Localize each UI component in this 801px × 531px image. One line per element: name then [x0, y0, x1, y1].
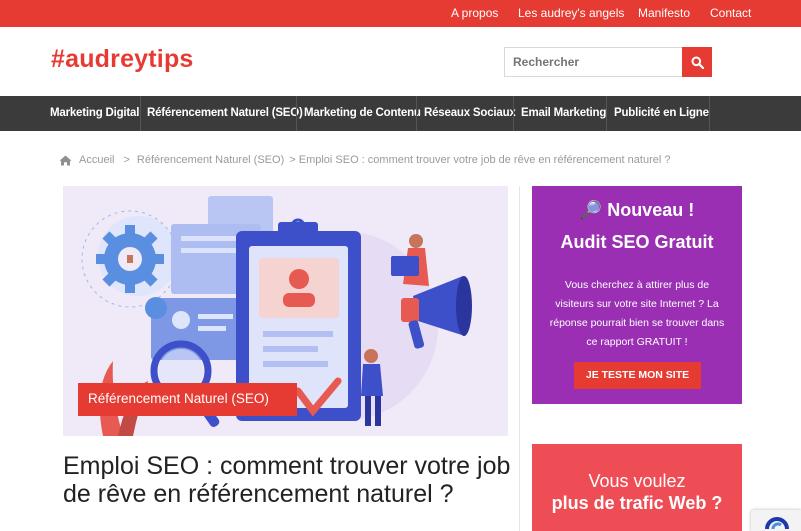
topbar-link-angels[interactable]: Les audrey's angels	[518, 6, 624, 20]
test-site-button[interactable]: JE TESTE MON SITE	[574, 362, 701, 389]
promo2-line2: plus de trafic Web ?	[551, 493, 723, 513]
category-tag[interactable]: Référencement Naturel (SEO)	[78, 383, 297, 416]
topbar-link-manifesto[interactable]: Manifesto	[638, 6, 690, 20]
nav-item-reseaux-sociaux[interactable]: Réseaux Sociaux	[424, 107, 516, 119]
recaptcha-icon	[765, 517, 789, 530]
topbar-link-contact[interactable]: Contact	[710, 6, 751, 20]
nav-item-marketing-digital[interactable]: Marketing Digital	[50, 107, 139, 119]
search-button[interactable]	[682, 47, 712, 77]
breadcrumb-separator: >	[123, 154, 130, 166]
breadcrumb-current: > Emploi SEO : comment trouver votre job…	[289, 154, 671, 166]
nav-divider	[709, 96, 710, 131]
promo-text: Vous cherchez à attirer plus de visiteur…	[549, 279, 725, 348]
nav-divider	[416, 96, 417, 131]
nav-item-publicite[interactable]: Publicité en Ligne	[614, 107, 709, 119]
nav-divider	[296, 96, 297, 131]
promo-subtitle: Audit SEO Gratuit	[560, 232, 714, 252]
nav-item-marketing-contenu[interactable]: Marketing de Contenu	[304, 107, 421, 119]
promo2-line1: Vous voulez	[588, 471, 686, 491]
site-logo[interactable]: #audreytips	[51, 45, 194, 74]
search-icon	[691, 56, 704, 69]
article-title: Emploi SEO : comment trouver votre job d…	[63, 452, 511, 508]
nav-divider	[140, 96, 141, 131]
breadcrumb: Accueil > Référencement Naturel (SEO) > …	[59, 154, 674, 166]
topbar-link-apropos[interactable]: A propos	[451, 6, 498, 20]
search-input[interactable]	[504, 47, 682, 77]
audit-promo-box: 🔎 Nouveau ! Audit SEO Gratuit Vous cherc…	[532, 186, 742, 404]
breadcrumb-home[interactable]: Accueil	[79, 154, 114, 166]
content-divider	[519, 186, 520, 531]
traffic-promo-box[interactable]: Vous voulez plus de trafic Web ?	[532, 444, 742, 531]
nav-divider	[606, 96, 607, 131]
top-bar: A propos Les audrey's angels Manifesto C…	[0, 0, 801, 27]
site-header: #audreytips	[0, 27, 801, 96]
nav-item-email-marketing[interactable]: Email Marketing	[521, 107, 606, 119]
recaptcha-badge[interactable]	[751, 510, 801, 531]
home-icon[interactable]	[59, 155, 72, 166]
promo-title: 🔎 Nouveau !	[579, 200, 695, 220]
nav-divider	[513, 96, 514, 131]
breadcrumb-category[interactable]: Référencement Naturel (SEO)	[137, 154, 284, 166]
main-nav: Marketing Digital Référencement Naturel …	[0, 96, 801, 131]
nav-item-seo[interactable]: Référencement Naturel (SEO)	[147, 107, 303, 119]
